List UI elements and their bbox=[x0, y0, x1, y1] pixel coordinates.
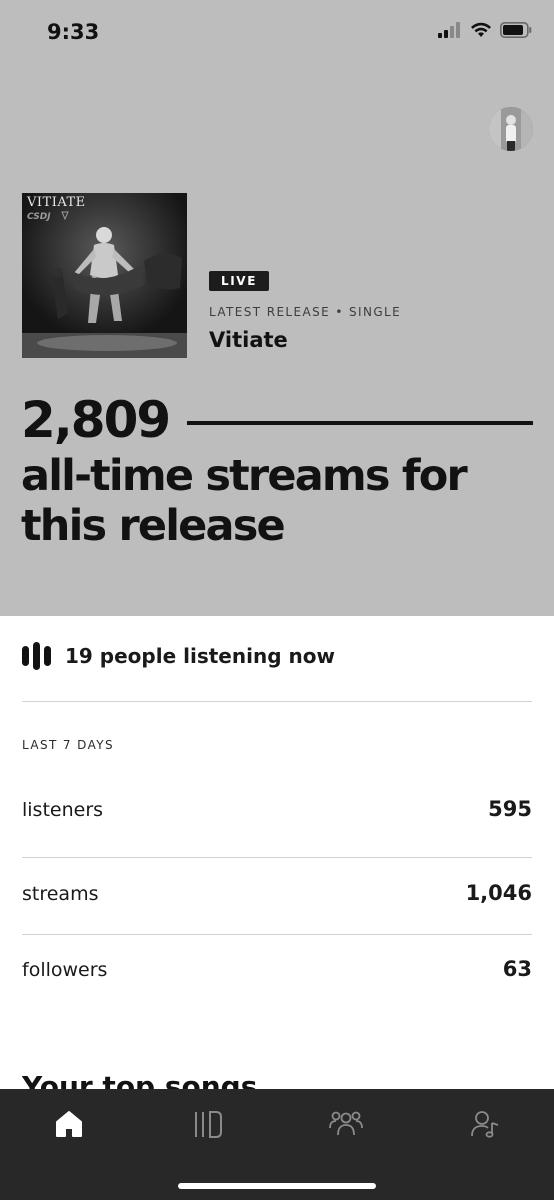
tab-profile[interactable] bbox=[465, 1107, 505, 1141]
stat-label: followers bbox=[22, 959, 108, 981]
listening-now-text: 19 people listening now bbox=[65, 644, 335, 668]
battery-icon bbox=[500, 22, 532, 38]
stat-value: 63 bbox=[502, 957, 532, 981]
wifi-icon bbox=[471, 22, 491, 37]
stream-count-rule bbox=[187, 421, 533, 425]
cover-title-text: VITIATE bbox=[27, 195, 86, 210]
stat-value: 595 bbox=[488, 797, 532, 821]
stat-row-listeners: listeners 595 bbox=[22, 797, 532, 829]
profile-avatar[interactable] bbox=[489, 107, 533, 151]
stat-value: 1,046 bbox=[465, 881, 532, 905]
divider bbox=[22, 934, 532, 935]
tab-home[interactable] bbox=[49, 1107, 89, 1141]
hero-section: 9:33 CSDJ VITIATE LIVE LATEST RELEASE • … bbox=[0, 0, 554, 616]
stats-period-label: LAST 7 DAYS bbox=[22, 738, 115, 752]
all-time-streams-caption: all-time streams for this release bbox=[21, 451, 468, 551]
stat-label: streams bbox=[22, 883, 99, 905]
cover-art-image: CSDJ bbox=[22, 193, 187, 358]
listening-now-row: 19 people listening now bbox=[22, 642, 335, 670]
music-library-icon bbox=[195, 1111, 222, 1138]
stat-label: listeners bbox=[22, 799, 104, 821]
live-listeners-icon bbox=[22, 642, 51, 670]
home-icon bbox=[56, 1111, 82, 1137]
divider bbox=[22, 857, 532, 858]
audience-icon bbox=[329, 1111, 363, 1136]
release-cover-art[interactable]: CSDJ VITIATE bbox=[22, 193, 187, 358]
status-time: 9:33 bbox=[47, 20, 100, 44]
cellular-signal-icon bbox=[438, 22, 460, 38]
stat-row-streams: streams 1,046 bbox=[22, 881, 532, 913]
status-bar: 9:33 bbox=[0, 0, 554, 66]
tab-audience[interactable] bbox=[326, 1107, 366, 1141]
status-icons bbox=[438, 22, 532, 38]
live-badge: LIVE bbox=[209, 271, 269, 291]
all-time-stream-count: 2,809 bbox=[21, 391, 171, 449]
release-meta: LATEST RELEASE • SINGLE bbox=[209, 305, 402, 319]
tab-music[interactable] bbox=[188, 1107, 228, 1141]
divider bbox=[22, 701, 532, 702]
release-title[interactable]: Vitiate bbox=[209, 328, 288, 352]
avatar-image bbox=[489, 107, 533, 151]
home-indicator[interactable] bbox=[178, 1183, 376, 1189]
svg-text:CSDJ: CSDJ bbox=[27, 212, 51, 222]
stat-row-followers: followers 63 bbox=[22, 957, 532, 989]
artist-profile-icon bbox=[471, 1111, 499, 1138]
